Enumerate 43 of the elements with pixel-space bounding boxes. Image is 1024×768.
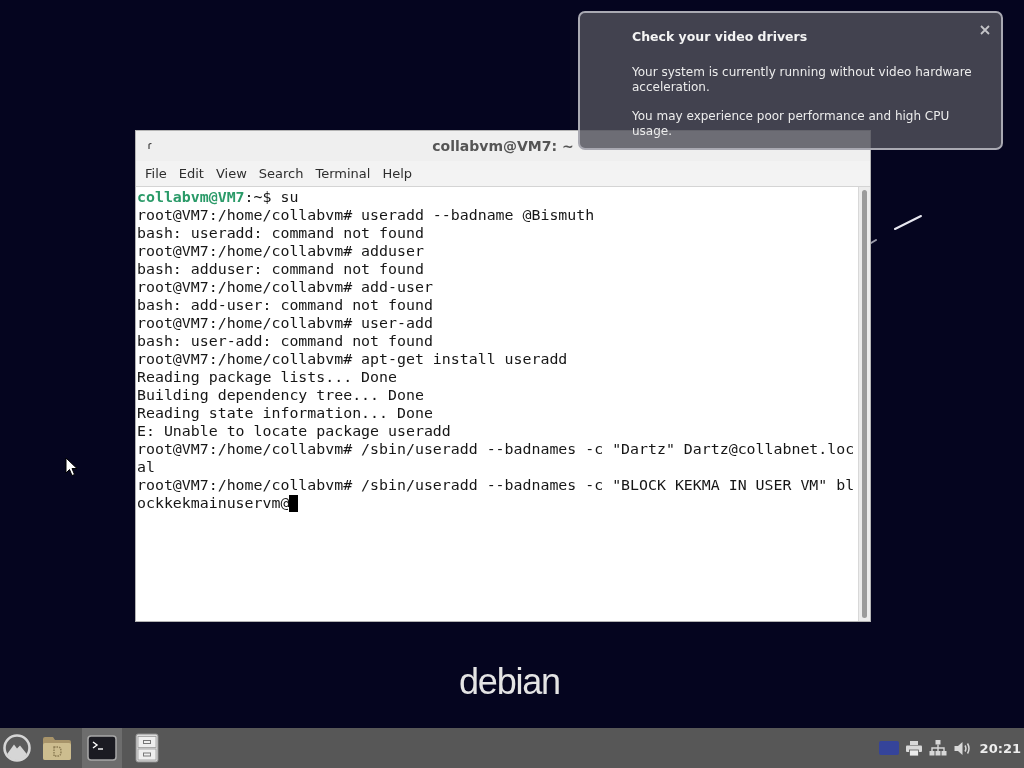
file-cabinet-icon [135,733,159,763]
terminal-line: bash: adduser: command not found [137,260,424,278]
notification-title: Check your video drivers [632,29,809,45]
wallpaper-streak-drawing [870,214,923,245]
clock: 20:21 [979,740,1021,756]
terminal-line: ockkekmainuservm@ [137,494,290,512]
window-icon[interactable] [148,143,152,149]
notification-text: Your system is currently running without video hardware acceleration. [632,65,973,95]
debian-logo: debian [459,660,560,704]
terminal-line: root@VM7:/home/collabvm# add-user [137,278,433,296]
menu-item[interactable]: Help [376,163,419,184]
menu-item[interactable]: Search [252,163,310,184]
taskbar-button[interactable] [82,728,122,768]
terminal-line: bash: user-add: command not found [137,332,433,350]
terminal-line: root@VM7:/home/collabvm# /sbin/useradd --badnames -c "Dartz" Dartz@collabnet.loc [137,440,855,458]
terminal-line: root@VM7:/home/collabvm# user-add [137,314,433,332]
close-icon[interactable] [980,25,990,35]
terminal-line: bash: useradd: command not found [137,224,424,242]
terminal-icon [87,735,117,761]
mouse-pointer-icon [65,457,78,477]
menu-item[interactable]: View [209,163,253,184]
terminal-line: root@VM7:/home/collabvm# apt-get install useradd [137,350,568,368]
terminal-line: Reading state information... Done [137,404,433,422]
menu-item[interactable]: File [139,163,173,184]
notification-text: You may experience poor performance and high CPU usage. [632,109,951,139]
menu-item[interactable]: Edit [172,163,210,184]
folder-icon [42,735,72,761]
window-title: collabvm@VM7: ~ [431,138,575,154]
terminal-line: collabvm@VM7:~$ su [137,188,299,206]
terminal-line: Reading package lists... Done [137,368,397,386]
terminal-line: al [137,458,155,476]
mountain-logo-icon [3,734,31,762]
terminal-line: root@VM7:/home/collabvm# adduser [137,242,424,260]
scrollbar[interactable] [858,187,870,621]
terminal-line: root@VM7:/home/collabvm# useradd --badname @Bismuth [137,206,595,224]
printer-icon[interactable] [905,740,922,756]
terminal-line: bash: add-user: command not found [137,296,433,314]
terminal-line: Building dependency tree... Done [137,386,424,404]
network-icon[interactable] [928,740,947,756]
menu-item[interactable]: Terminal [309,163,377,184]
terminal-line: root@VM7:/home/collabvm# /sbin/useradd --badnames -c "BLOCK KEKMA IN USER VM" bl [137,476,855,494]
volume-icon[interactable] [953,740,971,756]
terminal-line: E: Unable to locate package useradd [137,422,451,440]
